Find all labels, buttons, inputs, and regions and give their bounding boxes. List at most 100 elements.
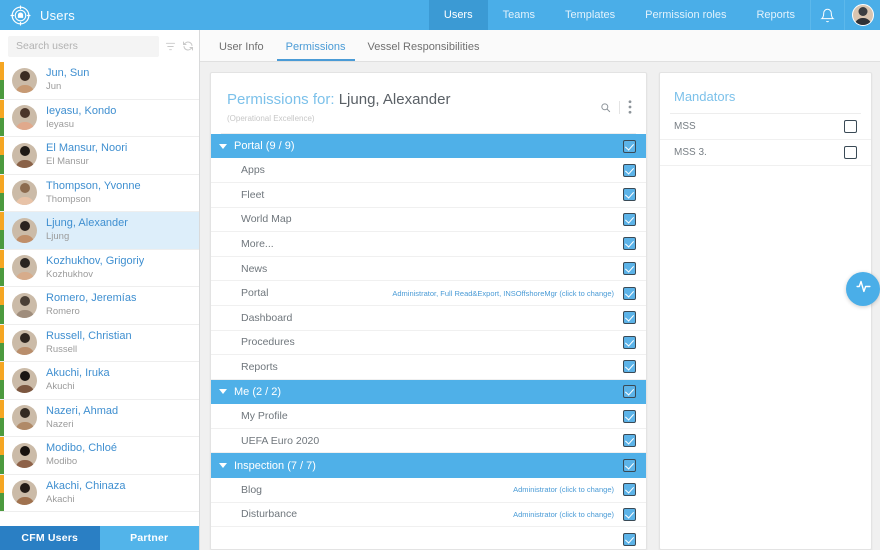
user-list-item[interactable]: Russell, Christian Russell [0, 324, 199, 362]
permission-item-row[interactable]: Blog Administrator (click to change) [211, 478, 646, 503]
permission-item-checkbox[interactable] [623, 360, 636, 374]
permission-group-checkbox[interactable] [623, 385, 636, 399]
status-stripe [0, 137, 4, 174]
permission-item-row[interactable]: Apps [211, 158, 646, 183]
status-stripe [0, 174, 4, 211]
permission-item-row[interactable]: News [211, 256, 646, 282]
permission-item-checkbox[interactable] [623, 212, 636, 226]
permission-group-checkbox[interactable] [623, 139, 636, 153]
permission-group-header[interactable]: Inspection (7 / 7) [211, 453, 646, 479]
permission-item-note[interactable]: Administrator (click to change) [513, 510, 614, 519]
tab-permissions[interactable]: Permissions [276, 41, 355, 61]
avatar [12, 330, 37, 356]
permission-item-checkbox[interactable] [623, 163, 636, 177]
permission-item-checkbox[interactable] [623, 262, 636, 276]
permission-item-checkbox[interactable] [623, 237, 636, 251]
user-list-item[interactable]: Akachi, Chinaza Akachi [0, 474, 199, 512]
topnav-item-users[interactable]: Users [428, 0, 488, 30]
user-list-item[interactable]: Ieyasu, Kondo Ieyasu [0, 99, 199, 137]
user-subtitle: Ljung [46, 231, 70, 243]
permission-item-row[interactable]: My Profile [211, 404, 646, 429]
permission-item-checkbox[interactable] [623, 532, 636, 546]
refresh-icon[interactable] [182, 37, 194, 55]
user-list-item[interactable]: Romero, Jeremías Romero [0, 287, 199, 325]
user-list-item[interactable]: Kozhukhov, Grigoriy Kozhukhov [0, 249, 199, 287]
permission-item-checkbox[interactable] [623, 311, 636, 325]
sidebar-tab-partner[interactable]: Partner [99, 526, 199, 550]
user-list-item[interactable]: Modibo, Chloé Modibo [0, 437, 199, 475]
status-stripe [0, 287, 4, 324]
mandator-row[interactable]: MSS [660, 114, 871, 140]
user-list-item[interactable]: El Mansur, Noori El Mansur [0, 137, 199, 175]
permission-group-header[interactable]: Me (2 / 2) [211, 379, 646, 405]
sidebar-tab-cfm-users[interactable]: CFM Users [0, 526, 100, 550]
user-list[interactable]: Jun, Sun Jun Ieyasu, Kondo Ieyasu El Mansur,… [0, 62, 199, 526]
avatar [12, 292, 37, 318]
avatar[interactable] [844, 0, 880, 30]
permission-item-row[interactable]: World Map [211, 207, 646, 233]
chevron-down-icon[interactable] [219, 463, 227, 469]
permission-item-label: My Profile [241, 410, 288, 423]
mandator-checkbox[interactable] [844, 120, 857, 133]
user-name: Akachi, Chinaza [46, 479, 126, 492]
topnav-item-teams[interactable]: Teams [488, 0, 550, 30]
panels: Permissions for: Ljung, Alexander (Opera… [200, 62, 880, 550]
avatar [12, 480, 37, 506]
mandator-row[interactable]: MSS 3. [660, 140, 871, 166]
user-name: Modibo, Chloé [46, 442, 117, 455]
permission-item-checkbox[interactable] [623, 483, 636, 497]
permission-item-checkbox[interactable] [623, 286, 636, 300]
chevron-down-icon[interactable] [219, 143, 227, 149]
user-subtitle: Ieyasu [46, 118, 74, 130]
permission-item-checkbox[interactable] [623, 335, 636, 349]
topnav-item-reports[interactable]: Reports [741, 0, 810, 30]
permission-item-checkbox[interactable] [623, 188, 636, 202]
topnav-item-permission-roles[interactable]: Permission roles [630, 0, 741, 30]
permission-item-row[interactable]: More... [211, 232, 646, 257]
permission-item-row[interactable]: Portal Administrator, Full Read&Export, I… [211, 281, 646, 306]
permission-group-checkbox[interactable] [623, 459, 636, 473]
user-name: Ieyasu, Kondo [46, 104, 117, 117]
mandators-list[interactable]: MSS MSS 3. [660, 114, 871, 166]
tab-user-info[interactable]: User Info [210, 41, 273, 61]
topnav-item-templates[interactable]: Templates [550, 0, 630, 30]
permission-item-checkbox[interactable] [623, 507, 636, 521]
user-list-item[interactable]: Thompson, Yvonne Thompson [0, 174, 199, 212]
permission-group-label: Inspection (7 / 7) [234, 459, 316, 472]
user-subtitle: Russell [46, 343, 78, 355]
permission-item-row-partial[interactable] [211, 527, 646, 549]
permission-item-note[interactable]: Administrator (click to change) [513, 485, 614, 494]
kebab-menu-icon[interactable] [628, 100, 632, 114]
permission-item-row[interactable]: Disturbance Administrator (click to chang… [211, 502, 646, 528]
user-list-item[interactable]: Jun, Sun Jun [0, 62, 199, 100]
activity-fab-button[interactable] [846, 272, 880, 306]
permission-item-note[interactable]: Administrator, Full Read&Export, INSOffs… [392, 289, 614, 298]
search-icon[interactable] [600, 102, 611, 113]
permission-item-row[interactable]: Dashboard [211, 305, 646, 331]
permission-item-checkbox[interactable] [623, 434, 636, 448]
status-stripe [0, 99, 4, 136]
user-subtitle: El Mansur [46, 156, 89, 168]
permission-group-header[interactable]: Portal (9 / 9) [211, 133, 646, 159]
search-input[interactable] [8, 35, 159, 57]
notification-bell-icon[interactable] [810, 0, 844, 30]
user-list-item[interactable]: Nazeri, Ahmad Nazeri [0, 399, 199, 437]
filter-icon[interactable] [165, 37, 176, 55]
user-subtitle: Modibo [46, 456, 78, 468]
avatar [12, 367, 37, 393]
tab-vessel-responsibilities[interactable]: Vessel Responsibilities [359, 41, 489, 61]
permissions-list[interactable]: Portal (9 / 9) Apps Fleet World Map More... N… [211, 133, 646, 549]
user-name: Ljung, Alexander [46, 217, 128, 230]
permission-item-row[interactable]: Procedures [211, 330, 646, 356]
permission-item-row[interactable]: Reports [211, 355, 646, 380]
permission-item-row[interactable]: Fleet [211, 182, 646, 208]
permission-item-label: More... [241, 237, 274, 250]
mandators-panel: Mandators MSS MSS 3. [659, 72, 872, 550]
permission-item-row[interactable]: UEFA Euro 2020 [211, 428, 646, 454]
chevron-down-icon[interactable] [219, 389, 227, 395]
mandators-header: Mandators [660, 73, 871, 113]
user-list-item[interactable]: Akuchi, Iruka Akuchi [0, 362, 199, 400]
user-list-item[interactable]: Ljung, Alexander Ljung [0, 212, 199, 250]
permission-item-checkbox[interactable] [623, 409, 636, 423]
mandator-checkbox[interactable] [844, 146, 857, 159]
